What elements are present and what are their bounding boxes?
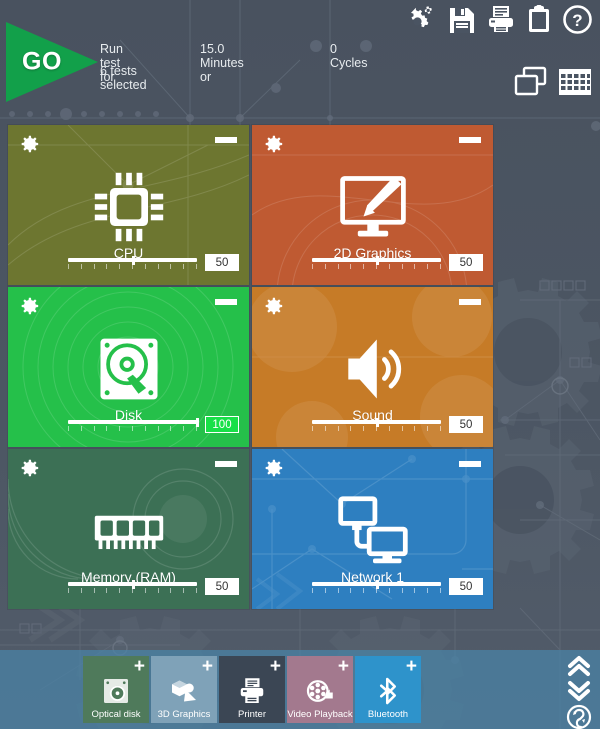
slider-knob[interactable] (375, 255, 379, 265)
chevron-double-down-icon[interactable] (564, 679, 594, 703)
available-test-label: Bluetooth (367, 709, 409, 720)
tile-slider-row: 50 (68, 254, 239, 271)
header-toolbar: ? (407, 4, 592, 34)
available-test-printer[interactable]: + Printer (219, 656, 285, 723)
tile-settings-gear-icon[interactable] (18, 295, 40, 317)
tile-disk[interactable]: Disk 100 (8, 287, 249, 447)
go-button[interactable]: GO (6, 22, 98, 102)
tile-slider-row: 50 (312, 254, 483, 271)
slider-knob[interactable] (196, 417, 199, 427)
available-tests-list: + Optical disk + 3D Graphics + Printer +… (83, 656, 421, 723)
grid-view-icon[interactable] (558, 66, 592, 98)
slider-value[interactable]: 50 (449, 254, 483, 271)
tile-settings-gear-icon[interactable] (18, 457, 40, 479)
clipboard-icon[interactable] (526, 5, 552, 33)
window-view-icon[interactable] (514, 66, 548, 98)
add-test-button[interactable]: + (134, 657, 145, 676)
tests-selected-label: 6 tests selected (100, 64, 147, 92)
available-test-optical-disk[interactable]: + Optical disk (83, 656, 149, 723)
load-slider[interactable] (312, 417, 441, 432)
film-reel-icon (305, 676, 335, 706)
available-test-label: Printer (238, 709, 266, 720)
tile-settings-gear-icon[interactable] (262, 457, 284, 479)
hard-disk-icon (91, 331, 167, 407)
tile-settings-gear-icon[interactable] (262, 133, 284, 155)
refresh-circle-icon[interactable] (566, 704, 592, 729)
slider-knob[interactable] (375, 417, 379, 427)
slider-track (68, 419, 197, 424)
view-toolbar (514, 66, 592, 98)
tile-settings-gear-icon[interactable] (262, 295, 284, 317)
available-test-label: 3D Graphics (157, 709, 211, 720)
tile-minimize-button[interactable] (459, 137, 481, 143)
add-test-button[interactable]: + (338, 657, 349, 676)
available-tests-bar: + Optical disk + 3D Graphics + Printer +… (0, 650, 600, 729)
print-icon[interactable] (487, 5, 515, 33)
slider-value[interactable]: 50 (449, 416, 483, 433)
chevron-double-up-icon[interactable] (564, 654, 594, 678)
slider-value[interactable]: 50 (449, 578, 483, 595)
tile-2d-graphics[interactable]: 2D Graphics 50 (252, 125, 493, 285)
add-test-button[interactable]: + (406, 657, 417, 676)
tile-cpu[interactable]: CPU 50 (8, 125, 249, 285)
slider-value[interactable]: 100 (205, 416, 239, 433)
load-slider[interactable] (312, 579, 441, 594)
tile-slider-row: 50 (68, 578, 239, 595)
test-tile-grid: CPU 50 2D Graphics 50 Disk 100 Sound 50 … (8, 125, 495, 609)
load-slider[interactable] (68, 579, 197, 594)
add-test-button[interactable]: + (202, 657, 213, 676)
slider-knob[interactable] (131, 579, 135, 589)
svg-text:?: ? (572, 11, 582, 30)
tile-slider-row: 50 (312, 416, 483, 433)
header-bar: GO Run test for 15.0 Minutes or 0 Cycles… (0, 0, 600, 125)
load-slider[interactable] (68, 417, 199, 432)
bottom-right-controls (564, 654, 594, 729)
slider-ticks (68, 425, 197, 431)
help-icon[interactable]: ? (563, 4, 592, 34)
tile-slider-row: 100 (68, 416, 239, 433)
cpu-chip-icon (91, 169, 167, 245)
slider-value[interactable]: 50 (205, 254, 239, 271)
network-computers-icon (335, 493, 411, 569)
duration-value[interactable]: 15.0 Minutes or (200, 42, 244, 84)
tile-minimize-button[interactable] (215, 461, 237, 467)
tile-memory-ram[interactable]: Memory (RAM) 50 (8, 449, 249, 609)
printer-icon (237, 676, 267, 706)
tile-minimize-button[interactable] (215, 137, 237, 143)
tile-settings-gear-icon[interactable] (18, 133, 40, 155)
available-test-bluetooth[interactable]: + Bluetooth (355, 656, 421, 723)
monitor-brush-icon (335, 169, 411, 245)
ram-stick-icon (91, 493, 167, 569)
tile-network-1[interactable]: Network 1 50 (252, 449, 493, 609)
slider-value[interactable]: 50 (205, 578, 239, 595)
available-test-label: Video Playback (287, 709, 353, 720)
tile-sound[interactable]: Sound 50 (252, 287, 493, 447)
tile-minimize-button[interactable] (459, 299, 481, 305)
cube-3d-icon (169, 676, 199, 706)
bluetooth-icon (373, 676, 403, 706)
save-icon[interactable] (448, 5, 476, 33)
tile-minimize-button[interactable] (215, 299, 237, 305)
load-slider[interactable] (312, 255, 441, 270)
speaker-icon (335, 331, 411, 407)
available-test-label: Optical disk (91, 709, 141, 720)
available-test-video-playback[interactable]: + Video Playback (287, 656, 353, 723)
tile-minimize-button[interactable] (459, 461, 481, 467)
tile-slider-row: 50 (312, 578, 483, 595)
optical-disk-icon (101, 676, 131, 706)
go-button-label: GO (22, 47, 62, 76)
available-test-3d-graphics[interactable]: + 3D Graphics (151, 656, 217, 723)
slider-knob[interactable] (375, 579, 379, 589)
add-test-button[interactable]: + (270, 657, 281, 676)
cycles-value[interactable]: 0 Cycles (330, 42, 368, 70)
load-slider[interactable] (68, 255, 197, 270)
preferences-gears-icon[interactable] (407, 4, 437, 34)
slider-knob[interactable] (131, 255, 135, 265)
